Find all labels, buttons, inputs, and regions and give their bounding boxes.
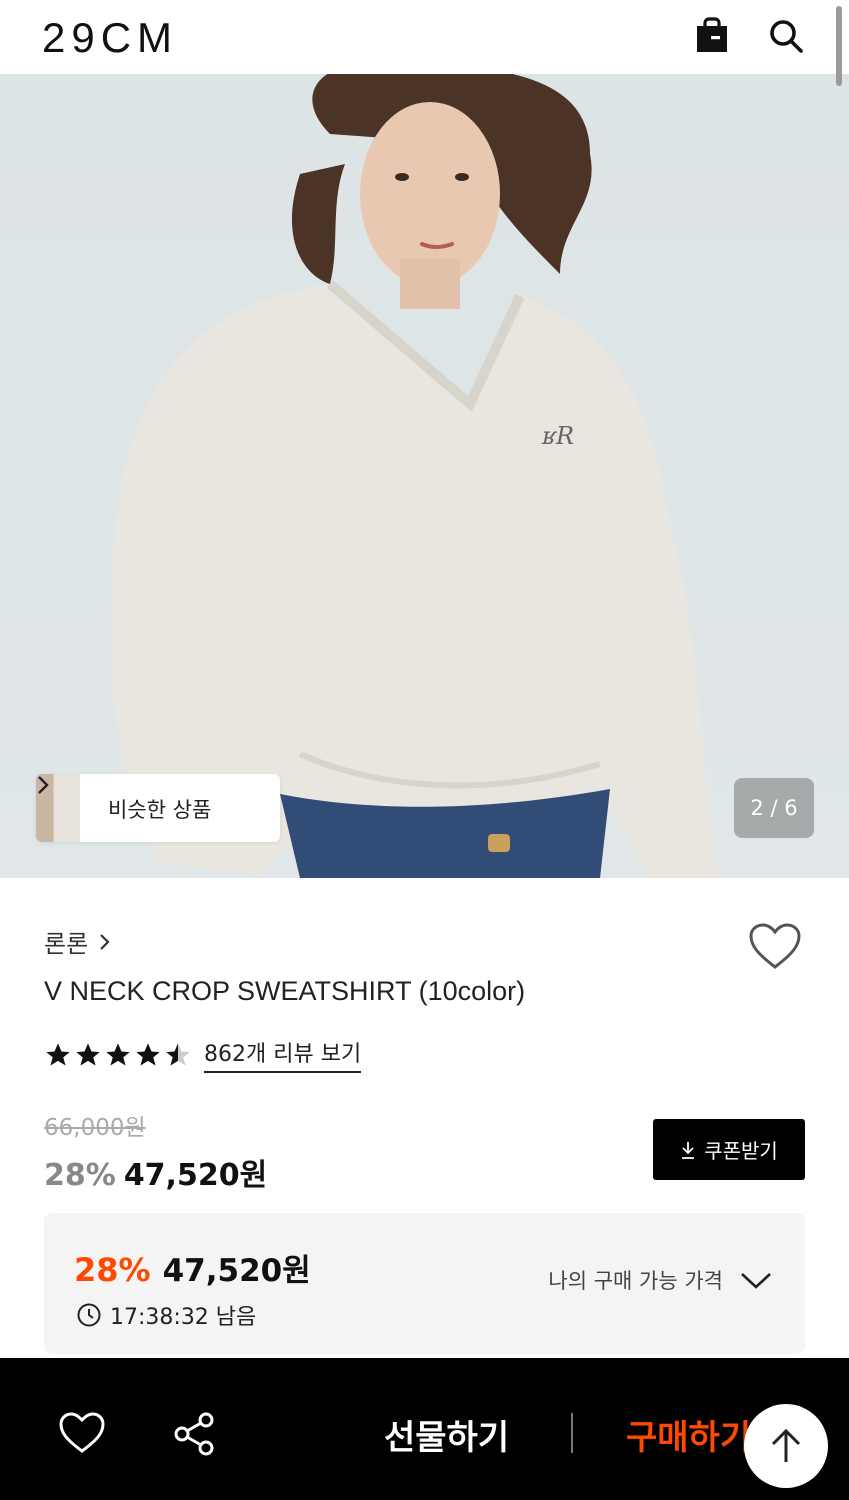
star-rating [44, 1041, 192, 1069]
similar-products-label: 비슷한 상품 [108, 798, 212, 822]
wishlist-button[interactable] [58, 1411, 106, 1459]
chevron-right-icon [38, 776, 49, 794]
shopping-bag-icon[interactable] [692, 16, 732, 56]
my-price-toggle-label: 나의 구매 가능 가격 [548, 1269, 723, 1293]
original-price: 66,000원 [44, 1115, 146, 1141]
my-purchase-price-panel[interactable]: 28% 47,520원 17:38:32 남음 나의 구매 가능 가격 [44, 1213, 805, 1354]
star-full-icon [106, 1042, 130, 1065]
star-full-icon [46, 1042, 70, 1065]
price-row: 28% 47,520원 [44, 1150, 267, 1194]
download-icon [682, 1141, 695, 1159]
wishlist-heart-button[interactable] [748, 922, 802, 972]
brand-link[interactable]: 론론 [44, 924, 110, 959]
share-icon [174, 1412, 214, 1456]
product-photo: ʁR [110, 74, 721, 878]
star-full-icon [76, 1042, 100, 1065]
timer-row: 17:38:32 남음 [76, 1299, 256, 1331]
gift-button[interactable]: 선물하기 [384, 1410, 509, 1459]
bottom-bar-divider [571, 1413, 573, 1453]
rating-row: 862개 리뷰 보기 [44, 1036, 362, 1073]
logo[interactable]: 29CM [42, 14, 178, 62]
chevron-right-icon [100, 933, 110, 950]
page-scrollbar[interactable] [836, 6, 842, 86]
buy-button[interactable]: 구매하기 [626, 1410, 751, 1459]
star-half-icon [166, 1042, 190, 1065]
sale-price: 47,520원 [123, 1158, 268, 1193]
my-price-toggle[interactable]: 나의 구매 가능 가격 [548, 1265, 773, 1295]
heart-icon [749, 923, 801, 969]
heart-icon [59, 1412, 105, 1453]
scroll-to-top-button[interactable] [744, 1404, 828, 1488]
reviews-link[interactable]: 862개 리뷰 보기 [204, 1036, 362, 1073]
search-icon[interactable] [766, 16, 806, 56]
brand-name: 론론 [44, 930, 89, 958]
share-button[interactable] [172, 1411, 218, 1461]
coupon-label: 쿠폰받기 [704, 1139, 778, 1163]
star-full-icon [136, 1042, 160, 1065]
product-image-gallery[interactable]: ʁR 비슷한 상품 2 / 6 [0, 74, 849, 878]
chevron-down-icon [741, 1273, 771, 1289]
image-page-indicator: 2 / 6 [734, 778, 814, 838]
clock-icon [77, 1303, 101, 1327]
my-price: 47,520원 [162, 1253, 311, 1289]
discount-rate: 28% [44, 1158, 116, 1193]
bottom-action-bar: 선물하기 구매하기 [0, 1358, 849, 1500]
my-discount-rate: 28% [74, 1251, 151, 1289]
product-title: V NECK CROP SWEATSHIRT (10color) [44, 976, 526, 1006]
time-remaining: 17:38:32 남음 [110, 1305, 257, 1330]
similar-products-button[interactable]: 비슷한 상품 [36, 774, 280, 842]
top-header: 29CM [0, 0, 849, 74]
arrow-up-icon [771, 1428, 801, 1462]
my-price-row: 28% 47,520원 [74, 1245, 311, 1290]
svg-text:ʁR: ʁR [541, 422, 574, 450]
get-coupon-button[interactable]: 쿠폰받기 [653, 1119, 805, 1180]
